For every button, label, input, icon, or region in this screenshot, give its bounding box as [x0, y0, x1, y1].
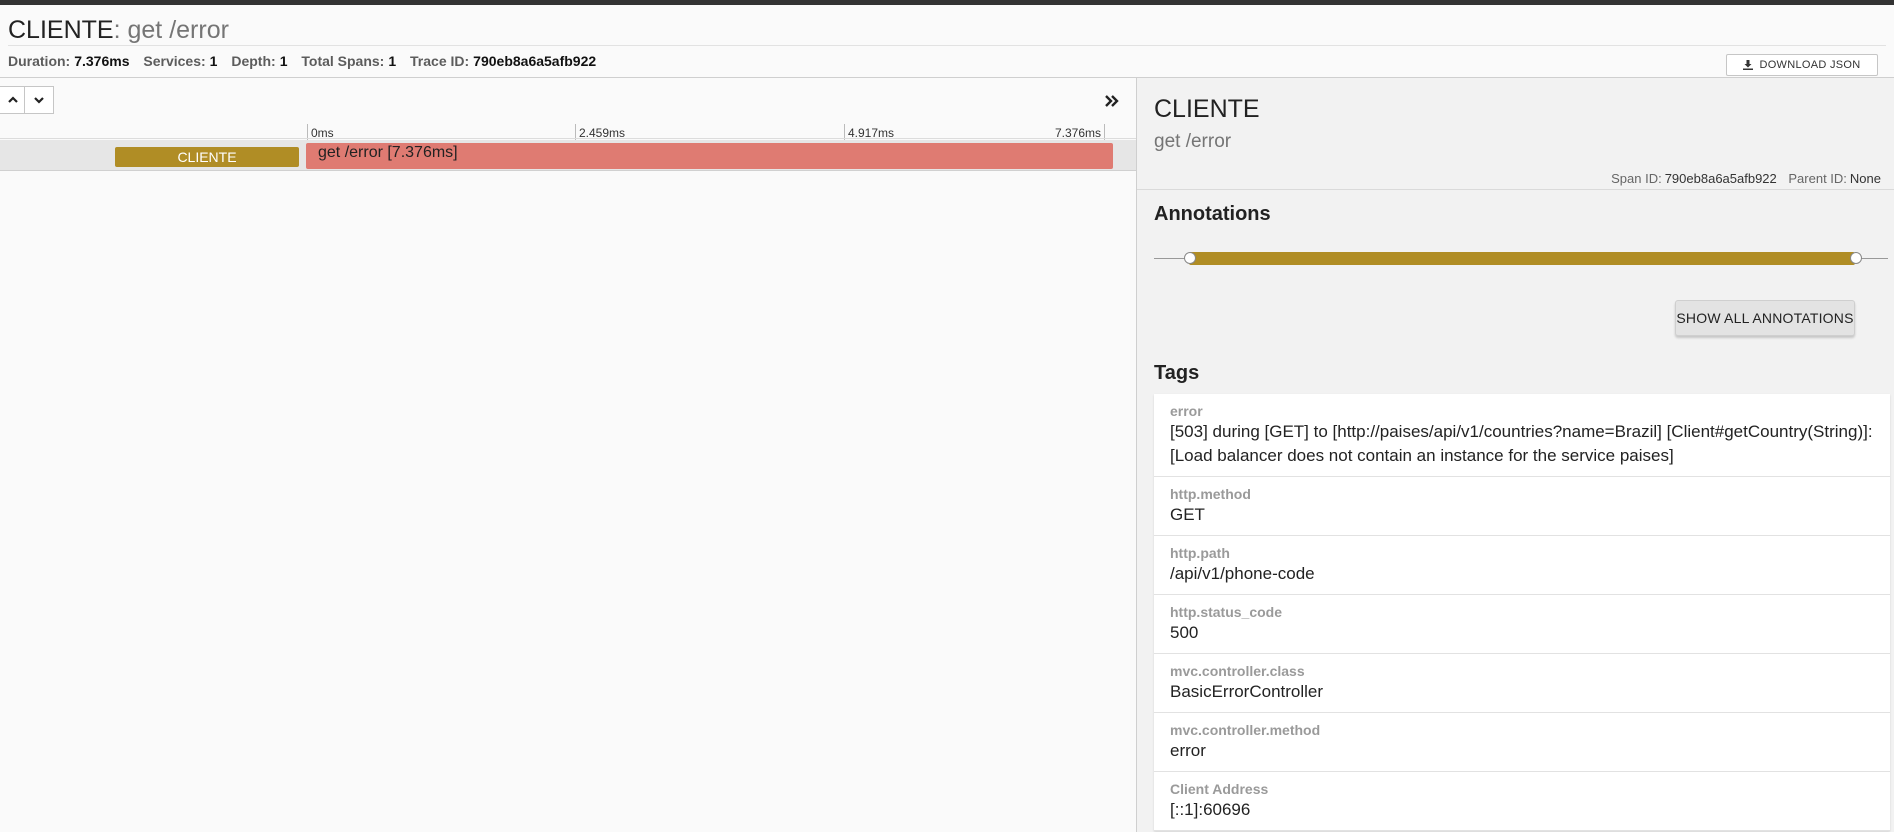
tag-value: [503] during [GET] to [http://paises/api… — [1170, 422, 1873, 465]
trace-operation-name: get /error — [127, 16, 229, 44]
tag-value: error — [1170, 741, 1206, 760]
tags-list: error [503] during [GET] to [http://pais… — [1154, 394, 1890, 831]
tag-value: 500 — [1170, 623, 1199, 642]
detail-divider — [1137, 189, 1894, 190]
tag-key: Client Address — [1170, 781, 1269, 797]
tag-key: http.path — [1170, 545, 1230, 561]
annotations-heading: Annotations — [1154, 203, 1271, 225]
stat-total-spans-label: Total Spans: — [301, 53, 385, 69]
tag-key: error — [1170, 403, 1203, 419]
timeline-panel: 0ms 2.459ms 4.917ms 7.376ms CLIENTE get … — [0, 78, 1136, 832]
parent-id-value: None — [1849, 171, 1881, 186]
annotation-range-bar — [1189, 252, 1855, 265]
annotation-end-marker[interactable] — [1850, 252, 1862, 264]
chevron-down-icon — [34, 97, 44, 104]
stat-depth-value: 1 — [279, 53, 288, 69]
span-row[interactable]: CLIENTE get /error [7.376ms] — [0, 140, 1136, 171]
tag-value: BasicErrorController — [1170, 682, 1324, 701]
header-divider — [8, 45, 1886, 46]
tag-key: mvc.controller.class — [1170, 663, 1305, 679]
tag-item: http.method GET — [1154, 477, 1890, 536]
tag-key: http.method — [1170, 486, 1251, 502]
stat-trace-id-label: Trace ID: — [410, 53, 470, 69]
tag-item: Client Address [::1]:60696 — [1154, 772, 1890, 831]
tag-item: mvc.controller.class BasicErrorControlle… — [1154, 654, 1890, 713]
stat-duration-label: Duration: — [8, 53, 71, 69]
tag-key: http.status_code — [1170, 604, 1283, 620]
span-id-label: Span ID: — [1611, 171, 1662, 186]
span-bar-label: get /error [7.376ms] — [318, 144, 458, 161]
span-ids: Span ID: 790eb8a6a5afb922 Parent ID: None — [1611, 171, 1881, 187]
tag-item: mvc.controller.method error — [1154, 713, 1890, 772]
tag-item: error [503] during [GET] to [http://pais… — [1154, 394, 1890, 477]
double-chevron-right-icon — [1105, 95, 1119, 107]
tag-value: /api/v1/phone-code — [1170, 564, 1315, 583]
tag-item: http.status_code 500 — [1154, 595, 1890, 654]
download-icon — [1743, 60, 1754, 70]
stat-services-value: 1 — [209, 53, 218, 69]
tags-heading: Tags — [1154, 362, 1200, 384]
timeline-axis-line — [0, 138, 1136, 139]
toggle-detail-button[interactable] — [1101, 92, 1123, 110]
stat-services-label: Services: — [143, 53, 206, 69]
chevron-up-icon — [8, 96, 18, 103]
trace-title-separator: : — [113, 16, 121, 44]
expand-down-button[interactable] — [24, 86, 54, 114]
trace-stats: Duration: 7.376ms Services: 1 Depth: 1 Tota… — [8, 51, 606, 71]
detail-operation-name: get /error — [1154, 131, 1232, 152]
annotation-start-marker[interactable] — [1184, 252, 1196, 264]
tag-key: mvc.controller.method — [1170, 722, 1321, 738]
span-service-badge: CLIENTE — [115, 147, 299, 167]
trace-title: CLIENTE: get /error — [8, 15, 229, 45]
span-id-value: 790eb8a6a5afb922 — [1664, 171, 1777, 186]
tag-value: [::1]:60696 — [1170, 800, 1251, 819]
download-json-button[interactable]: DOWNLOAD JSON — [1726, 54, 1878, 76]
span-detail-panel: CLIENTE get /error Span ID: 790eb8a6a5afb… — [1136, 78, 1894, 832]
stat-duration-value: 7.376ms — [74, 53, 130, 69]
detail-service-name: CLIENTE — [1154, 95, 1260, 123]
stat-total-spans-value: 1 — [388, 53, 397, 69]
download-json-label: DOWNLOAD JSON — [1759, 59, 1861, 71]
tag-value: GET — [1170, 505, 1205, 524]
trace-service-name: CLIENTE — [8, 16, 114, 44]
tag-item: http.path /api/v1/phone-code — [1154, 536, 1890, 595]
stat-depth-label: Depth: — [231, 53, 276, 69]
parent-id-label: Parent ID: — [1788, 171, 1847, 186]
trace-header: CLIENTE: get /error Duration: 7.376ms Ser… — [0, 5, 1894, 78]
span-duration-bar[interactable]: get /error [7.376ms] — [306, 143, 1113, 169]
stat-trace-id-value: 790eb8a6a5afb922 — [473, 53, 597, 69]
show-all-annotations-button[interactable]: SHOW ALL ANNOTATIONS — [1675, 300, 1855, 336]
